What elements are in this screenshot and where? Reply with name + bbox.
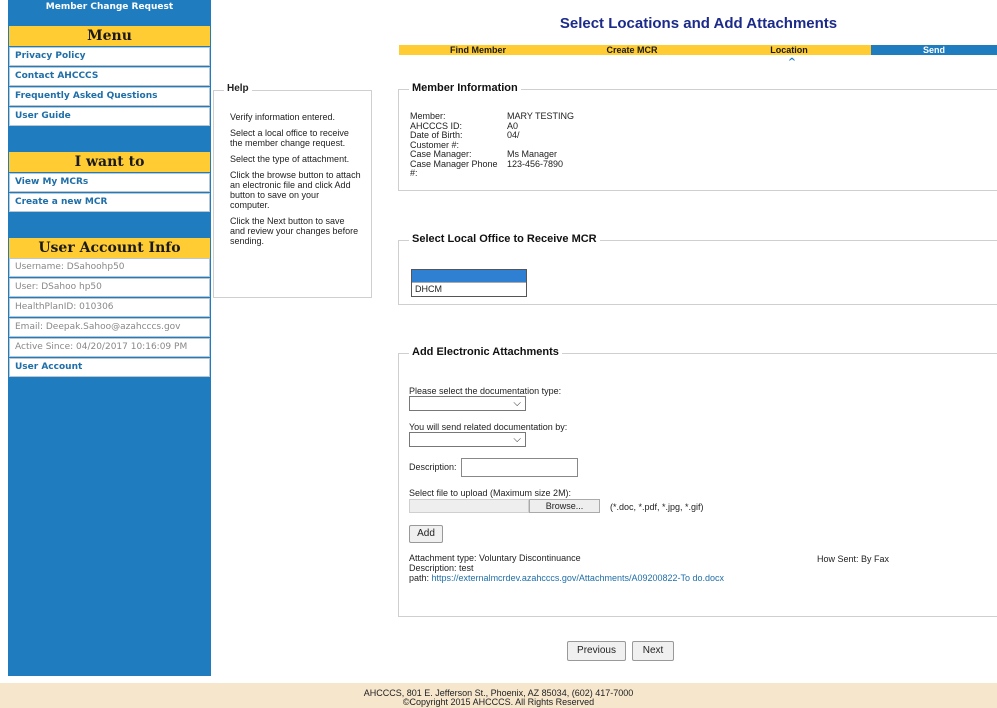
user-account-link[interactable]: User Account — [9, 358, 210, 377]
previous-button[interactable]: Previous — [567, 641, 626, 661]
chevron-down-icon: ⌵ — [513, 398, 521, 409]
info-value: 04/ — [507, 130, 520, 140]
sidebar-item-faq[interactable]: Frequently Asked Questions — [9, 87, 210, 106]
help-paragraph: Select the type of attachment. — [230, 154, 350, 164]
file-upload-label: Select file to upload (Maximum size 2M): — [409, 488, 572, 498]
file-types-hint: (*.doc, *.pdf, *.jpg, *.gif) — [610, 502, 704, 512]
info-row: Case Manager Phone #: 123-456-7890 — [410, 158, 574, 178]
help-paragraph: Select a local office to receive the mem… — [230, 128, 349, 148]
menu-list: Privacy Policy Contact AHCCCS Frequently… — [9, 47, 210, 127]
user-account-header: User Account Info — [9, 238, 210, 258]
footer: AHCCCS, 801 E. Jefferson St., Phoenix, A… — [0, 683, 997, 708]
user-account-list: Username: DSahoohp50 User: DSahoo hp50 H… — [9, 258, 210, 378]
step-create-mcr: Create MCR — [557, 45, 707, 55]
info-label: Case Manager Phone #: — [410, 158, 498, 178]
sidebar-item-user-guide[interactable]: User Guide — [9, 107, 210, 126]
attachments-section: Add Electronic Attachments Please select… — [398, 346, 997, 617]
sidebar-item-privacy-policy[interactable]: Privacy Policy — [9, 47, 210, 66]
help-paragraph: Click the Next button to save and review… — [230, 216, 359, 246]
attachment-path-label: path: — [409, 573, 432, 583]
help-title: Help — [224, 83, 252, 94]
redaction — [520, 131, 565, 138]
doc-type-label: Please select the documentation type: — [409, 386, 562, 396]
app-title: Member Change Request — [45, 2, 174, 12]
username-value: Username: DSahoohp50 — [9, 258, 210, 277]
description-label: Description: — [409, 462, 457, 472]
user-value: User: DSahoo hp50 — [9, 278, 210, 297]
step-send: Send — [871, 45, 997, 55]
send-by-label: You will send related documentation by: — [409, 422, 568, 432]
help-paragraph: Verify information entered. — [230, 112, 336, 122]
local-office-option[interactable] — [412, 270, 526, 282]
menu-header: Menu — [9, 26, 210, 46]
member-info-legend: Member Information — [409, 82, 521, 94]
attachments-legend: Add Electronic Attachments — [409, 346, 562, 358]
i-want-to-header: I want to — [9, 152, 210, 172]
email-value: Email: Deepak.Sahoo@azahcccs.gov — [9, 318, 210, 337]
add-button[interactable]: Add — [409, 525, 443, 543]
local-office-legend: Select Local Office to Receive MCR — [409, 233, 600, 245]
description-input[interactable] — [461, 458, 578, 477]
attachment-path-row: path: https://externalmcrdev.azahcccs.go… — [409, 573, 725, 584]
sidebar: Member Change Request Menu Privacy Polic… — [8, 0, 211, 676]
page-title: Select Locations and Add Attachments — [559, 15, 838, 32]
help-paragraph: Click the browse button to attach an ele… — [230, 170, 361, 210]
browse-button[interactable]: Browse... — [529, 499, 600, 513]
sidebar-item-view-mcrs[interactable]: View My MCRs — [9, 173, 210, 192]
member-info-section: Member Information Member: MARY TESTING A… — [398, 82, 997, 191]
sidebar-item-create-mcr[interactable]: Create a new MCR — [9, 193, 210, 212]
footer-copyright: ©Copyright 2015 AHCCCS. All Rights Reser… — [402, 697, 595, 707]
wizard-steps: Find Member Create MCR Location Send — [399, 45, 997, 55]
chevron-down-icon: ⌵ — [513, 434, 521, 445]
step-find-member: Find Member — [399, 45, 557, 55]
active-since-value: Active Since: 04/20/2017 10:16:09 PM — [9, 338, 210, 357]
help-body: Verify information entered. Select a loc… — [214, 91, 371, 246]
i-want-to-list: View My MCRs Create a new MCR — [9, 173, 210, 213]
step-location: Location — [707, 45, 871, 55]
attachment-path-link[interactable]: https://externalmcrdev.azahcccs.gov/Atta… — [432, 573, 725, 583]
next-button[interactable]: Next — [632, 641, 674, 661]
member-info-table: Member: MARY TESTING AHCCCS ID: A0 Date of… — [410, 111, 574, 178]
how-sent: How Sent: By Fax — [817, 554, 890, 564]
healthplan-id-value: HealthPlanID: 010306 — [9, 298, 210, 317]
send-by-select[interactable]: ⌵ — [409, 432, 526, 447]
local-office-option[interactable]: DHCM — [412, 282, 526, 294]
info-value: 123-456-7890 — [507, 158, 564, 169]
local-office-listbox[interactable]: DHCM — [411, 269, 527, 297]
current-step-caret-icon: ^ — [787, 57, 797, 68]
sidebar-item-contact[interactable]: Contact AHCCCS — [9, 67, 210, 86]
local-office-section: Select Local Office to Receive MCR DHCM — [398, 233, 997, 305]
help-panel: Help Verify information entered. Select … — [213, 83, 372, 298]
doc-type-select[interactable]: ⌵ — [409, 396, 526, 411]
file-path-input[interactable] — [409, 499, 529, 513]
redaction — [519, 121, 564, 129]
